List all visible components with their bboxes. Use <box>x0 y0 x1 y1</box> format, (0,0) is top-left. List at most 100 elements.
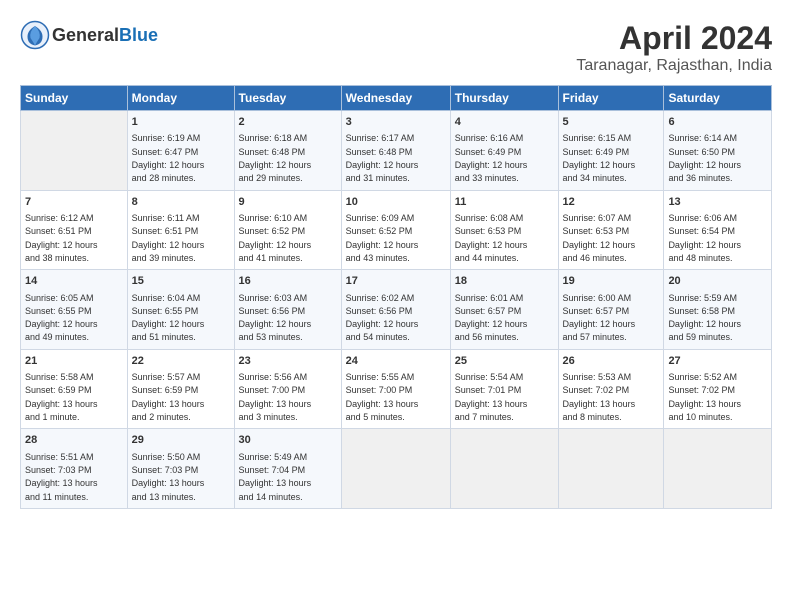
day-content: Sunrise: 5:49 AM Sunset: 7:04 PM Dayligh… <box>239 452 312 502</box>
calendar-cell: 5 Sunrise: 6:15 AM Sunset: 6:49 PM Daylig… <box>558 111 664 191</box>
day-number: 29 <box>132 433 230 448</box>
calendar-cell: 24 Sunrise: 5:55 AM Sunset: 7:00 PM Dayli… <box>341 349 450 429</box>
day-content: Sunrise: 6:16 AM Sunset: 6:49 PM Dayligh… <box>455 133 528 183</box>
calendar-cell <box>450 429 558 509</box>
calendar-cell: 22 Sunrise: 5:57 AM Sunset: 6:59 PM Dayli… <box>127 349 234 429</box>
calendar-header: Sunday Monday Tuesday Wednesday Thursday… <box>21 86 772 111</box>
day-content: Sunrise: 6:12 AM Sunset: 6:51 PM Dayligh… <box>25 213 98 263</box>
day-number: 13 <box>668 195 767 210</box>
day-content: Sunrise: 6:05 AM Sunset: 6:55 PM Dayligh… <box>25 293 98 343</box>
day-number: 4 <box>455 115 554 130</box>
day-number: 30 <box>239 433 337 448</box>
calendar-week-2: 7Sunrise: 6:12 AM Sunset: 6:51 PM Daylig… <box>21 190 772 270</box>
header-wednesday: Wednesday <box>341 86 450 111</box>
day-number: 23 <box>239 354 337 369</box>
day-number: 22 <box>132 354 230 369</box>
calendar-cell: 2 Sunrise: 6:18 AM Sunset: 6:48 PM Daylig… <box>234 111 341 191</box>
calendar-cell: 14 Sunrise: 6:05 AM Sunset: 6:55 PM Dayli… <box>21 270 128 350</box>
calendar-cell: 3Sunrise: 6:17 AM Sunset: 6:48 PM Daylig… <box>341 111 450 191</box>
calendar-cell: 12 Sunrise: 6:07 AM Sunset: 6:53 PM Dayli… <box>558 190 664 270</box>
day-number: 27 <box>668 354 767 369</box>
calendar-cell: 21 Sunrise: 5:58 AM Sunset: 6:59 PM Dayli… <box>21 349 128 429</box>
calendar-cell: 10Sunrise: 6:09 AM Sunset: 6:52 PM Dayli… <box>341 190 450 270</box>
day-number: 16 <box>239 274 337 289</box>
day-content: Sunrise: 5:57 AM Sunset: 6:59 PM Dayligh… <box>132 372 205 422</box>
calendar-cell: 1Sunrise: 6:19 AM Sunset: 6:47 PM Daylig… <box>127 111 234 191</box>
calendar-cell: 23 Sunrise: 5:56 AM Sunset: 7:00 PM Dayli… <box>234 349 341 429</box>
calendar-cell: 17Sunrise: 6:02 AM Sunset: 6:56 PM Dayli… <box>341 270 450 350</box>
day-number: 12 <box>563 195 660 210</box>
day-number: 15 <box>132 274 230 289</box>
day-number: 3 <box>346 115 446 130</box>
calendar-cell: 11 Sunrise: 6:08 AM Sunset: 6:53 PM Dayli… <box>450 190 558 270</box>
day-content: Sunrise: 6:04 AM Sunset: 6:55 PM Dayligh… <box>132 293 205 343</box>
calendar-cell <box>21 111 128 191</box>
day-content: Sunrise: 6:06 AM Sunset: 6:54 PM Dayligh… <box>668 213 741 263</box>
day-content: Sunrise: 5:58 AM Sunset: 6:59 PM Dayligh… <box>25 372 98 422</box>
day-number: 14 <box>25 274 123 289</box>
day-number: 6 <box>668 115 767 130</box>
day-content: Sunrise: 6:19 AM Sunset: 6:47 PM Dayligh… <box>132 133 205 183</box>
day-content: Sunrise: 6:09 AM Sunset: 6:52 PM Dayligh… <box>346 213 419 263</box>
calendar-week-4: 21 Sunrise: 5:58 AM Sunset: 6:59 PM Dayli… <box>21 349 772 429</box>
day-number: 21 <box>25 354 123 369</box>
day-content: Sunrise: 5:51 AM Sunset: 7:03 PM Dayligh… <box>25 452 98 502</box>
day-number: 5 <box>563 115 660 130</box>
day-number: 25 <box>455 354 554 369</box>
day-number: 9 <box>239 195 337 210</box>
header-sunday: Sunday <box>21 86 128 111</box>
logo: GeneralBlue <box>20 20 158 50</box>
day-content: Sunrise: 6:03 AM Sunset: 6:56 PM Dayligh… <box>239 293 312 343</box>
calendar-cell: 30 Sunrise: 5:49 AM Sunset: 7:04 PM Dayli… <box>234 429 341 509</box>
day-content: Sunrise: 6:15 AM Sunset: 6:49 PM Dayligh… <box>563 133 636 183</box>
calendar-cell: 15 Sunrise: 6:04 AM Sunset: 6:55 PM Dayli… <box>127 270 234 350</box>
day-number: 11 <box>455 195 554 210</box>
day-content: Sunrise: 6:07 AM Sunset: 6:53 PM Dayligh… <box>563 213 636 263</box>
calendar-cell: 13 Sunrise: 6:06 AM Sunset: 6:54 PM Dayli… <box>664 190 772 270</box>
day-number: 18 <box>455 274 554 289</box>
day-content: Sunrise: 6:14 AM Sunset: 6:50 PM Dayligh… <box>668 133 741 183</box>
calendar-cell <box>558 429 664 509</box>
calendar-cell: 18 Sunrise: 6:01 AM Sunset: 6:57 PM Dayli… <box>450 270 558 350</box>
day-content: Sunrise: 5:50 AM Sunset: 7:03 PM Dayligh… <box>132 452 205 502</box>
calendar-cell: 29 Sunrise: 5:50 AM Sunset: 7:03 PM Dayli… <box>127 429 234 509</box>
header-tuesday: Tuesday <box>234 86 341 111</box>
calendar-table: Sunday Monday Tuesday Wednesday Thursday… <box>20 85 772 509</box>
day-number: 19 <box>563 274 660 289</box>
calendar-cell <box>664 429 772 509</box>
day-number: 20 <box>668 274 767 289</box>
header-monday: Monday <box>127 86 234 111</box>
day-content: Sunrise: 6:02 AM Sunset: 6:56 PM Dayligh… <box>346 293 419 343</box>
day-content: Sunrise: 5:53 AM Sunset: 7:02 PM Dayligh… <box>563 372 636 422</box>
month-title: April 2024 <box>576 20 772 57</box>
day-content: Sunrise: 6:08 AM Sunset: 6:53 PM Dayligh… <box>455 213 528 263</box>
day-number: 24 <box>346 354 446 369</box>
day-number: 26 <box>563 354 660 369</box>
day-content: Sunrise: 6:01 AM Sunset: 6:57 PM Dayligh… <box>455 293 528 343</box>
day-content: Sunrise: 5:59 AM Sunset: 6:58 PM Dayligh… <box>668 293 741 343</box>
calendar-cell: 26 Sunrise: 5:53 AM Sunset: 7:02 PM Dayli… <box>558 349 664 429</box>
logo-text: GeneralBlue <box>52 25 158 46</box>
day-content: Sunrise: 6:10 AM Sunset: 6:52 PM Dayligh… <box>239 213 312 263</box>
day-content: Sunrise: 6:18 AM Sunset: 6:48 PM Dayligh… <box>239 133 312 183</box>
calendar-cell: 20 Sunrise: 5:59 AM Sunset: 6:58 PM Dayli… <box>664 270 772 350</box>
calendar-week-3: 14 Sunrise: 6:05 AM Sunset: 6:55 PM Dayli… <box>21 270 772 350</box>
calendar-cell <box>341 429 450 509</box>
day-number: 8 <box>132 195 230 210</box>
logo-icon <box>20 20 50 50</box>
calendar-body: 1Sunrise: 6:19 AM Sunset: 6:47 PM Daylig… <box>21 111 772 509</box>
day-number: 2 <box>239 115 337 130</box>
calendar-week-5: 28 Sunrise: 5:51 AM Sunset: 7:03 PM Dayli… <box>21 429 772 509</box>
calendar-cell: 16 Sunrise: 6:03 AM Sunset: 6:56 PM Dayli… <box>234 270 341 350</box>
calendar-cell: 25 Sunrise: 5:54 AM Sunset: 7:01 PM Dayli… <box>450 349 558 429</box>
day-content: Sunrise: 5:54 AM Sunset: 7:01 PM Dayligh… <box>455 372 528 422</box>
calendar-cell: 7Sunrise: 6:12 AM Sunset: 6:51 PM Daylig… <box>21 190 128 270</box>
day-content: Sunrise: 5:55 AM Sunset: 7:00 PM Dayligh… <box>346 372 419 422</box>
day-number: 28 <box>25 433 123 448</box>
day-content: Sunrise: 6:11 AM Sunset: 6:51 PM Dayligh… <box>132 213 205 263</box>
calendar-cell: 8 Sunrise: 6:11 AM Sunset: 6:51 PM Daylig… <box>127 190 234 270</box>
header-thursday: Thursday <box>450 86 558 111</box>
calendar-cell: 19Sunrise: 6:00 AM Sunset: 6:57 PM Dayli… <box>558 270 664 350</box>
location-title: Taranagar, Rajasthan, India <box>576 57 772 75</box>
day-content: Sunrise: 5:56 AM Sunset: 7:00 PM Dayligh… <box>239 372 312 422</box>
